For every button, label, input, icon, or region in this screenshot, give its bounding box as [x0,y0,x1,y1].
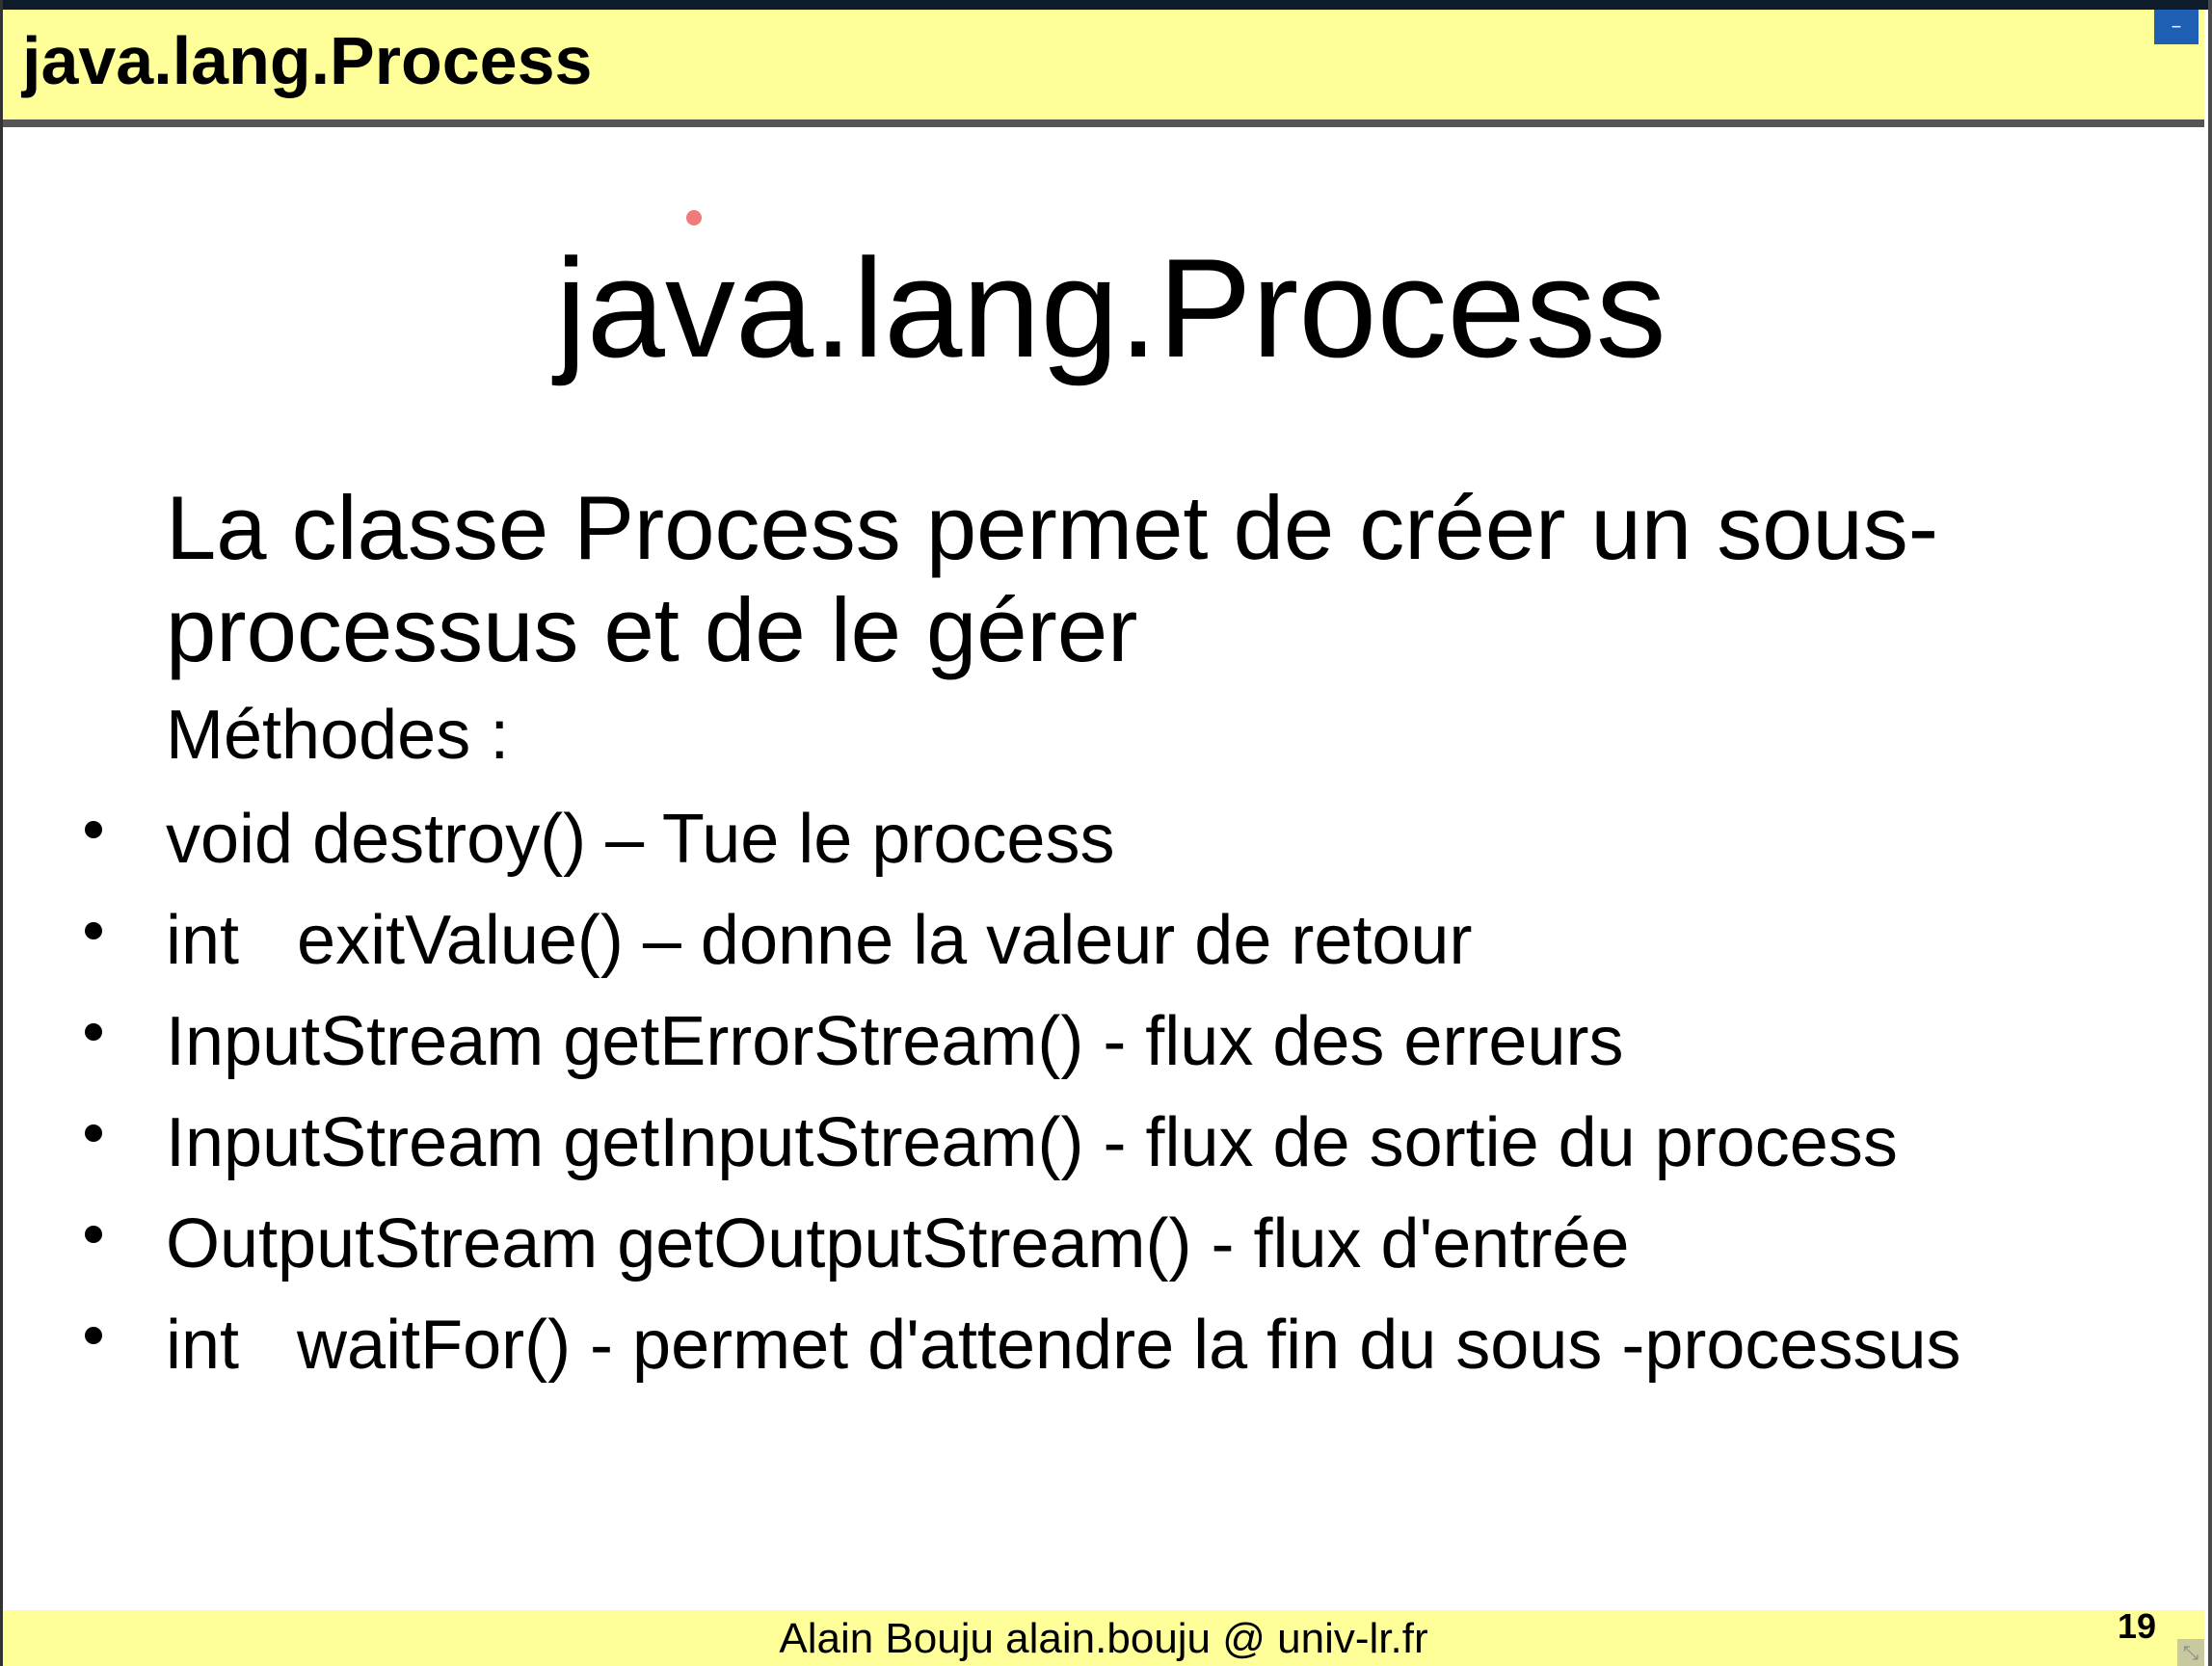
slide-footer-bar: Alain Bouju alain.bouju @ univ-lr.fr 19 … [3,1606,2204,1666]
methods-list: void destroy() – Tue le process int exit… [0,801,2212,1415]
footer-author: Alain Bouju alain.bouju @ univ-lr.fr [779,1615,1428,1662]
list-item: InputStream getInputStream() - flux de s… [0,1104,2212,1212]
list-item: InputStream getErrorStream() - flux des … [0,1003,2212,1111]
minimize-button[interactable]: – [2154,10,2199,44]
minimize-icon: – [2171,14,2182,39]
bullet-icon [85,1327,102,1344]
list-item: int exitValue() – donne la valeur de ret… [0,902,2212,1010]
bullet-icon [85,821,102,838]
method-text: InputStream getErrorStream() - flux des … [166,1003,1624,1080]
list-item: OutputStream getOutputStream() - flux d'… [0,1205,2212,1313]
slide-header-bar: java.lang.Process – [3,10,2204,127]
header-title: java.lang.Process [22,23,593,98]
slide-title: java.lang.Process [555,229,1666,386]
page-number: 19 [2117,1606,2156,1646]
laser-pointer-dot [686,210,702,225]
bullet-icon [85,1226,102,1243]
method-text: InputStream getInputStream() - flux de s… [166,1104,1898,1181]
method-text: int waitFor() - permet d'attendre la fin… [166,1307,1961,1384]
resize-grip-icon[interactable]: ⤡ [2177,1639,2204,1666]
list-item: int waitFor() - permet d'attendre la fin… [0,1307,2212,1415]
methods-heading: Méthodes : [166,697,510,774]
method-text: int exitValue() – donne la valeur de ret… [166,902,1473,979]
list-item: void destroy() – Tue le process [0,801,2212,909]
method-text: OutputStream getOutputStream() - flux d'… [166,1205,1630,1283]
slide-intro-text: La classe Process permet de créer un sou… [166,477,1939,680]
method-text: void destroy() – Tue le process [166,801,1115,878]
bullet-icon [85,1124,102,1142]
window-top-border [0,0,2212,10]
bullet-icon [85,922,102,939]
bullet-icon [85,1023,102,1041]
